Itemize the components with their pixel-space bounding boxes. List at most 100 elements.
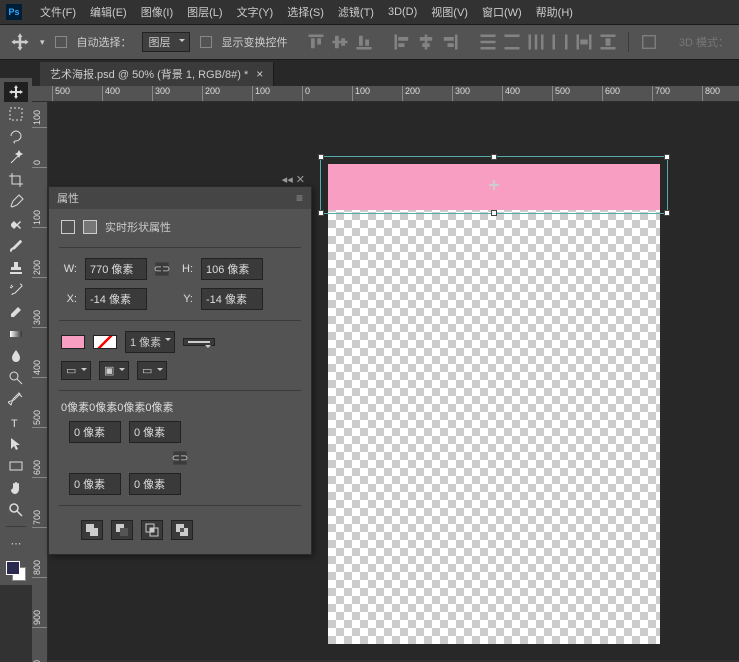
reference-point-icon[interactable] [489,180,499,190]
lasso-tool[interactable] [4,126,28,146]
corner-tl-input[interactable]: 0 像素 [69,421,121,443]
menu-file[interactable]: 文件(F) [34,2,82,22]
align-top-icon[interactable] [306,32,326,52]
transform-bounding-box[interactable] [320,156,668,214]
corner-tr-input[interactable]: 0 像素 [129,421,181,443]
dist-3-icon[interactable] [526,32,546,52]
stroke-swatch[interactable] [93,335,117,349]
pathop-exclude-icon[interactable] [171,520,193,540]
panel-collapse-icon[interactable]: ◂◂ ✕ [282,173,305,186]
pen-tool[interactable] [4,390,28,410]
zoom-tool[interactable] [4,500,28,520]
tab-title: 艺术海报.psd @ 50% (背景 1, RGB/8#) * [50,66,248,82]
corner-bl-input[interactable]: 0 像素 [69,473,121,495]
menu-window[interactable]: 窗口(W) [476,2,528,22]
handle-bc[interactable] [491,210,497,216]
pathop-intersect-icon[interactable] [141,520,163,540]
fg-color-swatch[interactable] [6,561,20,575]
handle-tr[interactable] [664,154,670,160]
x-input[interactable]: -14 像素 [85,288,147,310]
align-stroke-dropdown[interactable]: ▭ [137,361,167,380]
crop-tool[interactable] [4,170,28,190]
stamp-tool[interactable] [4,258,28,278]
join-dropdown[interactable]: ▣ [99,361,129,380]
history-brush-tool[interactable] [4,280,28,300]
ruler-vertical[interactable]: 10001002003004005006007008009001000 [32,102,48,662]
color-swatches[interactable] [6,561,26,581]
path-select-tool[interactable] [4,434,28,454]
eraser-tool[interactable] [4,302,28,322]
height-input[interactable]: 106 像素 [201,258,263,280]
align-bottom-icon[interactable] [354,32,374,52]
svg-text:T: T [11,418,18,430]
dist-6-icon[interactable] [598,32,618,52]
brush-tool[interactable] [4,236,28,256]
wand-tool[interactable] [4,148,28,168]
dist-1-icon[interactable] [478,32,498,52]
dist-5-icon[interactable] [574,32,594,52]
marquee-tool[interactable] [4,104,28,124]
ruler-tick: 800 [702,86,720,102]
cap-dropdown[interactable]: ▭ [61,361,91,380]
gradient-tool[interactable] [4,324,28,344]
menu-select[interactable]: 选择(S) [281,2,330,22]
ruler-tick: 700 [652,86,670,102]
handle-bl[interactable] [318,210,324,216]
menu-3d[interactable]: 3D(D) [382,4,423,20]
close-icon[interactable]: × [256,67,263,81]
width-input[interactable]: 770 像素 [85,258,147,280]
show-transform-checkbox[interactable] [200,36,212,48]
heal-tool[interactable] [4,214,28,234]
link-wh-icon[interactable]: ⊂⊃ [155,262,169,276]
stroke-width-input[interactable]: 1 像素 [125,331,175,353]
document-tab[interactable]: 艺术海报.psd @ 50% (背景 1, RGB/8#) * × [40,62,274,86]
move-tool-icon[interactable] [10,32,30,52]
dist-2-icon[interactable] [502,32,522,52]
y-input[interactable]: -14 像素 [201,288,263,310]
auto-select-checkbox[interactable] [55,36,67,48]
menu-image[interactable]: 图像(I) [135,2,179,22]
handle-tl[interactable] [318,154,324,160]
rectangle-tool[interactable] [4,456,28,476]
pathop-combine-icon[interactable] [81,520,103,540]
align-vcenter-icon[interactable] [330,32,350,52]
menu-layer[interactable]: 图层(L) [181,2,228,22]
ruler-tick: 100 [352,86,370,102]
panel-title: 属性 [57,190,79,206]
auto-align-icon[interactable] [639,32,659,52]
menu-edit[interactable]: 编辑(E) [84,2,133,22]
menu-view[interactable]: 视图(V) [425,2,474,22]
eyedropper-tool[interactable] [4,192,28,212]
dodge-tool[interactable] [4,368,28,388]
ruler-tick: 100 [252,86,270,102]
handle-br[interactable] [664,210,670,216]
type-tool[interactable]: T [4,412,28,432]
stroke-style-dropdown[interactable] [183,338,215,346]
align-right-icon[interactable] [440,32,460,52]
move-tool[interactable] [4,82,28,102]
corner-br-input[interactable]: 0 像素 [129,473,181,495]
auto-select-dropdown[interactable]: 图层 [142,32,190,52]
toolbox: T ⋯ [0,78,32,585]
h-label: H: [177,263,193,275]
align-group-1 [306,32,374,52]
chevron-down-icon[interactable]: ▾ [40,37,45,48]
ruler-tick: 200 [32,260,48,278]
align-hcenter-icon[interactable] [416,32,436,52]
ruler-horizontal[interactable]: 5004003002001000100200300400500600700800 [32,86,739,102]
blur-tool[interactable] [4,346,28,366]
handle-tc[interactable] [491,154,497,160]
menu-type[interactable]: 文字(Y) [231,2,280,22]
edit-toolbar-icon[interactable]: ⋯ [4,533,28,553]
menu-filter[interactable]: 滤镜(T) [332,2,380,22]
panel-header[interactable]: 属性 ≡ [49,187,311,209]
align-left-icon[interactable] [392,32,412,52]
panel-menu-icon[interactable]: ≡ [296,191,303,205]
pathop-subtract-icon[interactable] [111,520,133,540]
menu-help[interactable]: 帮助(H) [530,2,579,22]
link-corners-icon[interactable]: ⊂⊃ [173,451,187,465]
fill-swatch[interactable] [61,335,85,349]
dist-4-icon[interactable] [550,32,570,52]
hand-tool[interactable] [4,478,28,498]
ruler-tick: 600 [602,86,620,102]
